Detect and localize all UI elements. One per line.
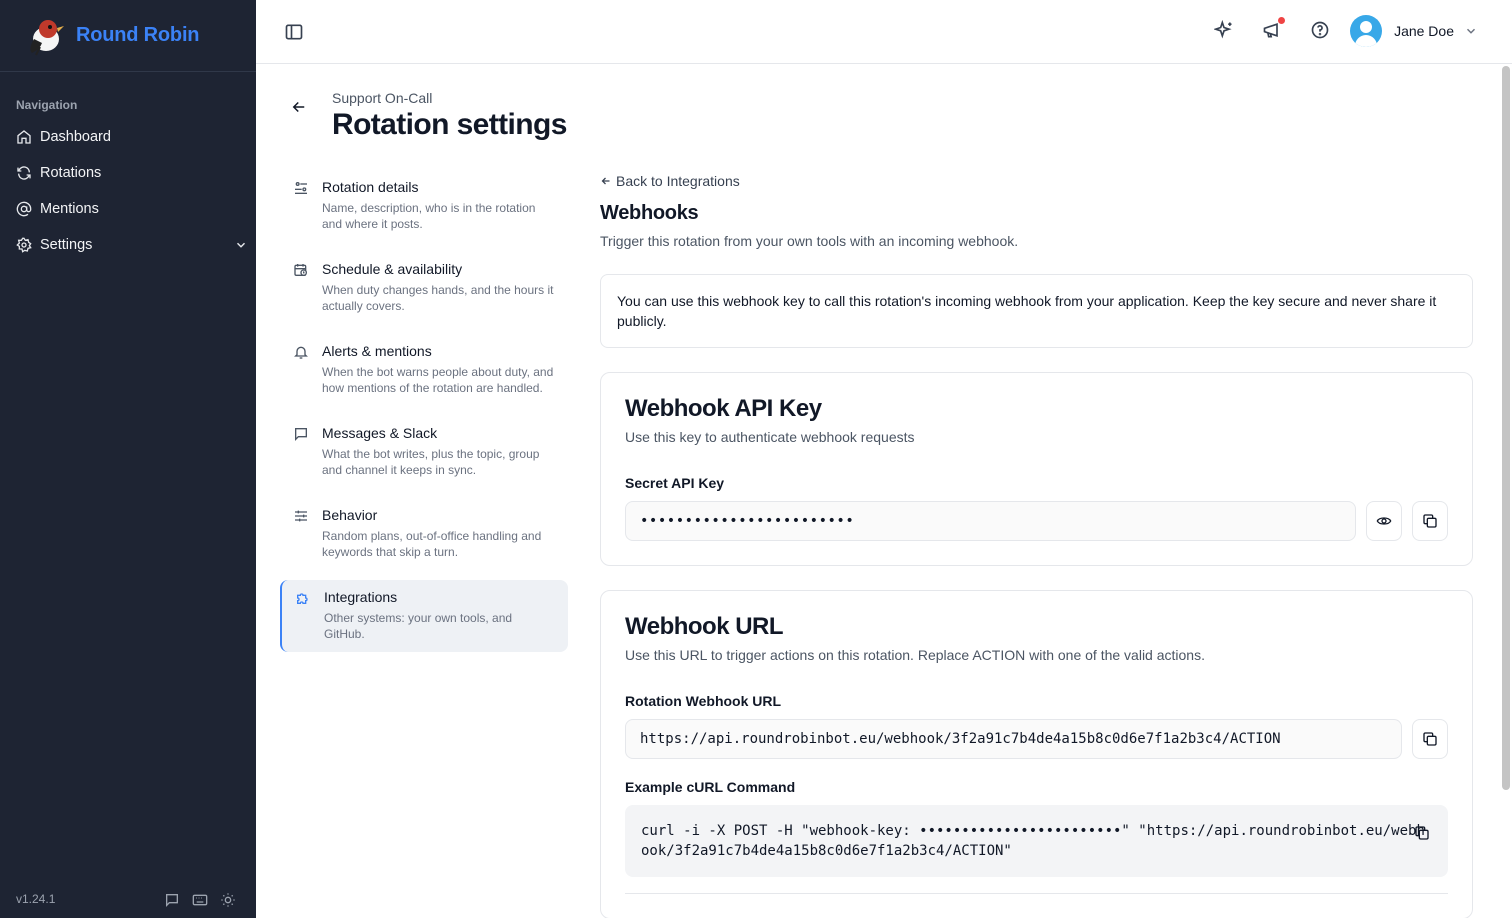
settings-item-behavior[interactable]: Behavior Random plans, out-of-office han… <box>280 498 568 570</box>
section-title: Webhooks <box>600 202 699 224</box>
back-link-label: Back to Integrations <box>616 173 740 189</box>
page-subtitle: Support On-Call <box>332 90 433 106</box>
settings-item-title: Alerts & mentions <box>322 343 432 359</box>
home-icon <box>17 130 31 144</box>
app-version: v1.24.1 <box>16 892 56 906</box>
sidebar-item-mentions[interactable]: Mentions <box>0 191 256 227</box>
card-title: Webhook API Key <box>625 395 822 422</box>
notification-dot <box>1278 17 1285 24</box>
gear-icon <box>16 237 32 253</box>
topbar-actions <box>1213 17 1330 42</box>
settings-item-desc: What the bot writes, plus the topic, gro… <box>322 447 540 477</box>
webhook-url-field[interactable]: https://api.roundrobinbot.eu/webhook/3f2… <box>625 719 1402 759</box>
sidebar-item-rotations[interactable]: Rotations <box>0 155 256 191</box>
sidebar-footer-actions <box>164 892 236 908</box>
topbar: Jane Doe <box>256 0 1512 64</box>
chevron-down-icon <box>1466 28 1476 34</box>
settings-item-title: Schedule & availability <box>322 261 463 277</box>
nav-heading: Navigation <box>16 98 78 112</box>
calendar-clock-icon <box>294 264 307 276</box>
reveal-key-button[interactable] <box>1366 501 1402 541</box>
announcements-button[interactable] <box>1262 17 1285 42</box>
sun-icon[interactable] <box>220 892 236 908</box>
section-subtitle: Trigger this rotation from your own tool… <box>600 233 1019 249</box>
sidebar-item-settings[interactable]: Settings <box>0 227 256 263</box>
settings-item-messages[interactable]: Messages & Slack What the bot writes, pl… <box>280 416 568 488</box>
curl-label: Example cURL Command <box>625 779 796 795</box>
card-title: Webhook URL <box>625 613 784 640</box>
message-icon[interactable] <box>164 892 180 908</box>
sidebar-toggle-icon[interactable] <box>284 22 304 42</box>
keyboard-icon[interactable] <box>192 892 208 908</box>
back-to-integrations-link[interactable]: Back to Integrations <box>600 170 1473 192</box>
info-box: You can use this webhook key to call thi… <box>600 274 1473 348</box>
settings-sliders-icon <box>295 510 307 522</box>
avatar <box>1350 15 1383 47</box>
user-menu[interactable]: Jane Doe <box>1350 15 1478 47</box>
sidebar-item-label: Mentions <box>40 201 99 217</box>
settings-item-desc: Other systems: your own tools, and GitHu… <box>324 611 513 641</box>
copy-url-button[interactable] <box>1412 719 1448 759</box>
sidebar-item-label: Dashboard <box>40 129 111 145</box>
sidebar-item-dashboard[interactable]: Dashboard <box>0 119 256 155</box>
robin-logo-icon <box>30 19 64 55</box>
settings-item-title: Messages & Slack <box>322 425 438 441</box>
api-key-label: Secret API Key <box>625 475 725 491</box>
curl-command: curl -i -X POST -H "webhook-key: •••••••… <box>641 823 1425 859</box>
divider <box>625 893 1448 894</box>
refresh-icon <box>17 166 31 180</box>
sidebar-nav: Dashboard Rotations Mentions Settings <box>0 119 256 263</box>
chevron-down-icon[interactable] <box>234 238 248 252</box>
settings-item-title: Behavior <box>322 507 378 523</box>
scrollbar[interactable] <box>1502 66 1510 790</box>
help-circle-icon <box>1311 21 1329 39</box>
message-square-icon <box>295 428 307 441</box>
sidebar-item-label: Rotations <box>40 165 102 181</box>
settings-item-desc: When duty changes hands, and the hours i… <box>322 283 554 313</box>
brand[interactable]: Round Robin <box>0 0 256 72</box>
ai-sparkles-button[interactable] <box>1213 19 1234 42</box>
webhook-url-card: Webhook URL Use this URL to trigger acti… <box>600 590 1473 918</box>
settings-item-desc: When the bot warns people about duty, an… <box>322 365 554 395</box>
api-key-card: Webhook API Key Use this key to authenti… <box>600 372 1473 566</box>
settings-item-desc: Name, description, who is in the rotatio… <box>322 201 536 231</box>
settings-item-title: Rotation details <box>322 179 419 195</box>
settings-item-desc: Random plans, out-of-office handling and… <box>322 529 542 559</box>
settings-item-schedule[interactable]: Schedule & availability When duty change… <box>280 252 568 324</box>
copy-icon <box>1423 514 1437 528</box>
settings-item-integrations[interactable]: Integrations Other systems: your own too… <box>280 580 568 652</box>
user-name: Jane Doe <box>1394 23 1454 39</box>
sparkles-icon <box>1213 19 1232 39</box>
curl-code-block[interactable]: curl -i -X POST -H "webhook-key: •••••••… <box>625 805 1448 877</box>
page-title: Rotation settings <box>332 108 567 141</box>
settings-item-title: Integrations <box>324 589 398 605</box>
settings-item-alerts[interactable]: Alerts & mentions When the bot warns peo… <box>280 334 568 406</box>
webhooks-panel: Back to Integrations Webhooks Trigger th… <box>600 170 1473 918</box>
at-sign-icon <box>16 201 32 217</box>
copy-icon <box>1423 732 1437 746</box>
back-arrow-icon[interactable] <box>290 98 308 116</box>
api-key-field[interactable]: •••••••••••••••••••••••• <box>625 501 1356 541</box>
webhook-url-label: Rotation Webhook URL <box>625 693 782 709</box>
sliders-icon <box>295 182 307 194</box>
bell-icon <box>294 346 308 359</box>
sidebar: Round Robin Navigation Dashboard Rotatio… <box>0 0 256 918</box>
webhook-url-row: https://api.roundrobinbot.eu/webhook/3f2… <box>625 719 1448 759</box>
app-name: Round Robin <box>76 24 200 46</box>
eye-icon <box>1376 517 1392 525</box>
settings-menu: Rotation details Name, description, who … <box>280 170 568 662</box>
settings-item-rotation-details[interactable]: Rotation details Name, description, who … <box>280 170 568 242</box>
copy-icon[interactable] <box>1414 825 1430 841</box>
puzzle-icon <box>297 593 308 604</box>
sidebar-item-label: Settings <box>40 237 93 253</box>
card-subtitle: Use this key to authenticate webhook req… <box>625 429 915 445</box>
help-button[interactable] <box>1310 20 1330 42</box>
copy-key-button[interactable] <box>1412 501 1448 541</box>
api-key-row: •••••••••••••••••••••••• <box>625 501 1448 541</box>
card-subtitle: Use this URL to trigger actions on this … <box>625 647 1205 663</box>
arrow-left-icon <box>601 177 610 185</box>
